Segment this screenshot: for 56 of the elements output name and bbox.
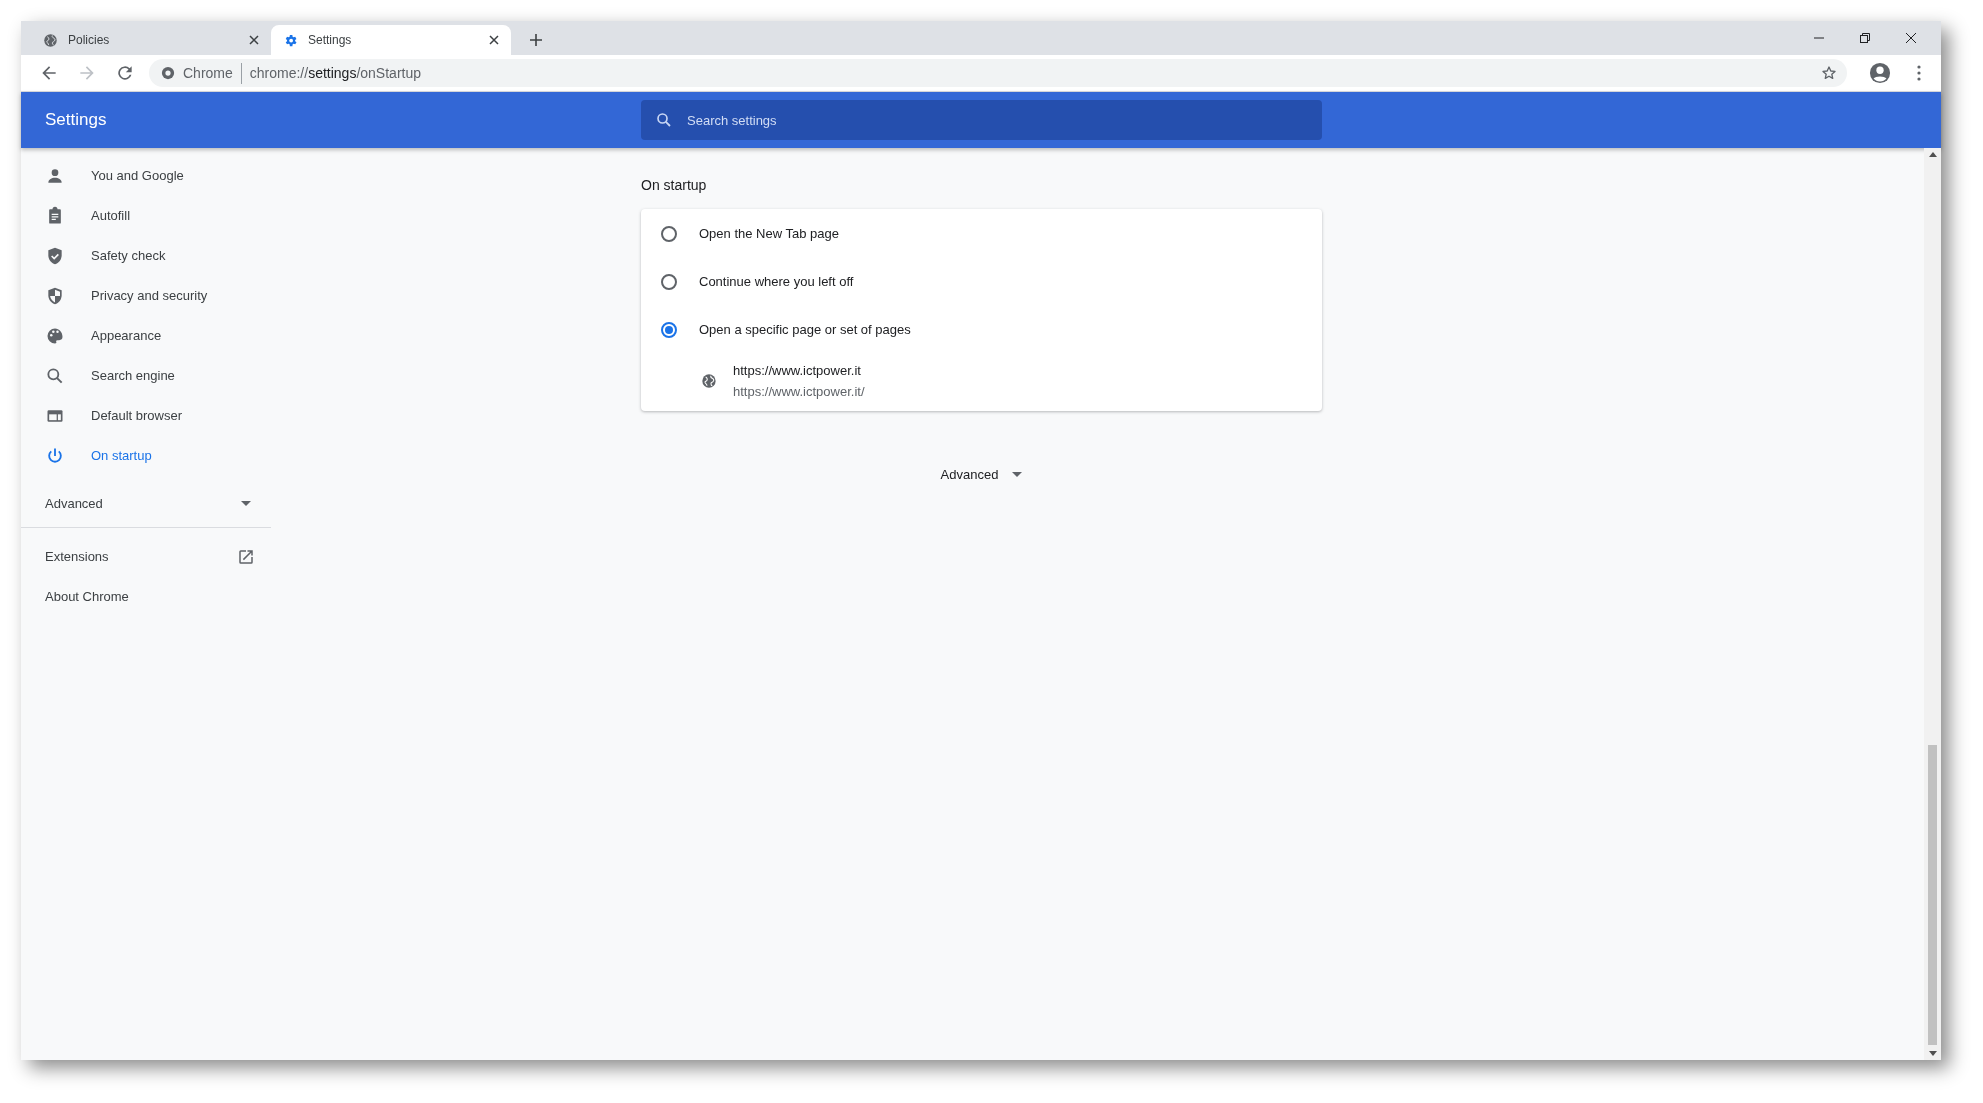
radio-button[interactable] <box>661 274 677 290</box>
radio-button[interactable] <box>661 226 677 242</box>
sidebar-item[interactable]: Search engine <box>21 356 271 396</box>
sidebar-item[interactable]: Default browser <box>21 396 271 436</box>
page-url: https://www.ictpower.it/ <box>733 383 865 401</box>
profile-avatar-icon[interactable] <box>1869 62 1891 84</box>
section-title: On startup <box>641 176 707 195</box>
external-link-icon <box>237 548 255 566</box>
tab-title: Policies <box>68 32 111 49</box>
sidebar-item[interactable]: You and Google <box>21 156 271 196</box>
globe-icon <box>43 32 58 48</box>
star-icon[interactable] <box>1821 65 1837 81</box>
globe-icon <box>701 373 717 389</box>
close-icon[interactable] <box>489 35 499 45</box>
caret-icon <box>241 501 251 506</box>
new-tab-icon[interactable] <box>529 33 543 47</box>
sidebar-link[interactable]: About Chrome <box>21 577 271 617</box>
power-icon <box>45 446 65 466</box>
sidebar-link[interactable]: Extensions <box>21 537 271 577</box>
tab-title: Settings <box>308 32 353 49</box>
shield-icon <box>45 286 65 306</box>
caret-icon <box>1012 472 1023 478</box>
radio-option[interactable]: Open the New Tab page <box>641 210 1322 258</box>
scroll-up-icon[interactable] <box>1928 152 1937 157</box>
restore-icon[interactable] <box>1859 32 1871 44</box>
advanced-toggle[interactable]: Advanced <box>21 480 271 528</box>
sidebar-item[interactable]: Safety check <box>21 236 271 276</box>
advanced-button[interactable]: Advanced <box>932 461 1031 489</box>
reload-icon[interactable] <box>115 63 135 83</box>
page-title: https://www.ictpower.it <box>733 361 862 380</box>
address-bar[interactable]: Chrome chrome://settings/onStartup <box>149 59 1847 87</box>
sidebar-item[interactable]: Privacy and security <box>21 276 271 316</box>
scrollbar-thumb[interactable] <box>1928 745 1937 1045</box>
radio-button[interactable] <box>661 322 677 338</box>
close-icon[interactable] <box>249 35 259 45</box>
search-icon <box>655 111 673 129</box>
chrome-icon <box>161 66 175 80</box>
url-text: chrome://settings/onStartup <box>249 63 422 83</box>
radio-option[interactable]: Open a specific page or set of pages <box>641 306 1322 354</box>
sidebar-item[interactable]: Autofill <box>21 196 271 236</box>
sidebar-item[interactable]: On startup <box>21 436 271 476</box>
scroll-down-icon[interactable] <box>1928 1051 1937 1056</box>
site-label: Chrome <box>183 62 242 84</box>
palette-icon <box>45 326 65 346</box>
scrollbar[interactable] <box>1924 148 1941 1060</box>
person-icon <box>45 166 65 186</box>
close-window-icon[interactable] <box>1905 32 1917 44</box>
search-icon <box>45 366 65 386</box>
menu-icon[interactable] <box>1917 65 1921 81</box>
settings-title: Settings <box>45 109 108 132</box>
shield-check-icon <box>45 246 65 266</box>
radio-option[interactable]: Continue where you left off <box>641 258 1322 306</box>
browser-tab[interactable]: Settings <box>271 25 511 55</box>
search-field[interactable]: Search settings <box>641 100 1322 140</box>
settings-icon <box>283 32 298 48</box>
sidebar-item[interactable]: Appearance <box>21 316 271 356</box>
